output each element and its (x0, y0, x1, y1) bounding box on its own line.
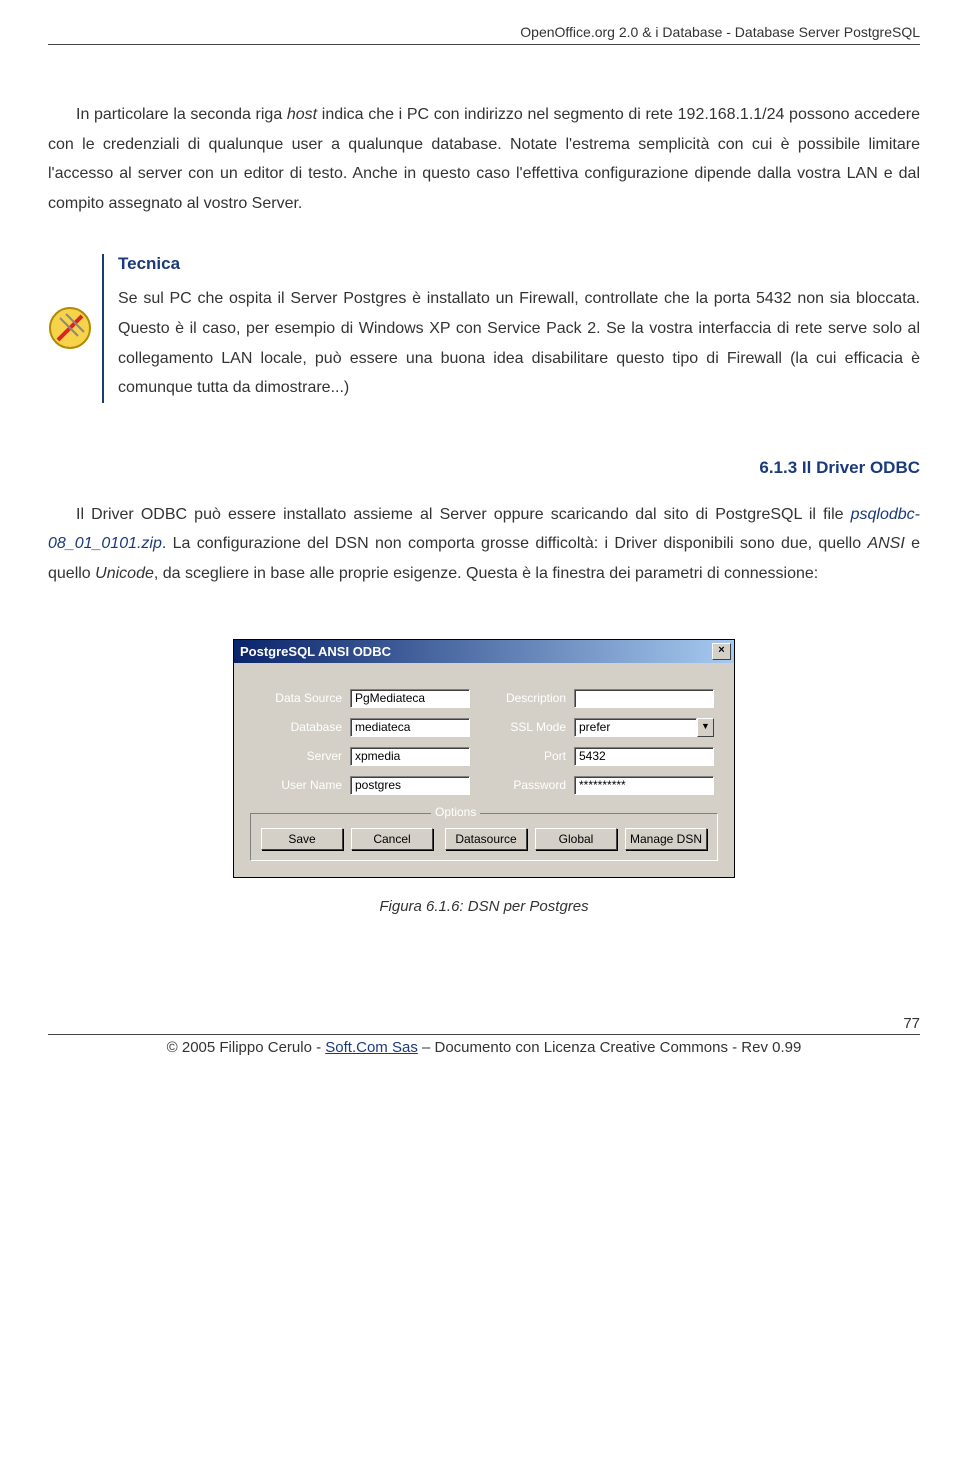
label-database: Database (250, 720, 342, 734)
footer-rule (48, 1034, 920, 1035)
description-field[interactable] (574, 689, 714, 708)
dialog-title: PostgreSQL ANSI ODBC (240, 644, 391, 659)
data-source-field[interactable] (350, 689, 470, 708)
driver-paragraph: Il Driver ODBC può essere installato ass… (48, 500, 920, 589)
host-term: host (287, 106, 317, 123)
label-ssl-mode: SSL Mode (478, 720, 566, 734)
label-description: Description (478, 691, 566, 705)
global-button[interactable]: Global (535, 828, 617, 850)
label-user-name: User Name (250, 778, 342, 792)
server-field[interactable] (350, 747, 470, 766)
save-button[interactable]: Save (261, 828, 343, 850)
text-run: © 2005 Filippo Cerulo - (167, 1039, 326, 1056)
options-legend: Options (431, 805, 480, 819)
tip-icon (48, 306, 92, 355)
close-icon[interactable]: × (712, 643, 731, 660)
tecnica-title: Tecnica (118, 254, 920, 274)
options-fieldset: Options Save Cancel Datasource Global Ma… (250, 813, 718, 861)
label-data-source: Data Source (250, 691, 342, 705)
cancel-button[interactable]: Cancel (351, 828, 433, 850)
intro-paragraph: In particolare la seconda riga host indi… (48, 100, 920, 218)
datasource-button[interactable]: Datasource (445, 828, 527, 850)
text-run: . La configurazione del DSN non comporta… (162, 535, 868, 552)
ssl-mode-field[interactable] (574, 718, 697, 737)
tecnica-text: Se sul PC che ospita il Server Postgres … (118, 284, 920, 402)
footer-line: © 2005 Filippo Cerulo - Soft.Com Sas – D… (48, 1039, 920, 1056)
label-password: Password (478, 778, 566, 792)
label-server: Server (250, 749, 342, 763)
text-run: Il Driver ODBC può essere installato ass… (76, 506, 851, 523)
dialog-titlebar[interactable]: PostgreSQL ANSI ODBC × (234, 640, 734, 663)
odbc-dialog: PostgreSQL ANSI ODBC × Data Source Descr… (233, 639, 735, 878)
ssl-mode-combo[interactable]: ▼ (574, 718, 714, 737)
unicode-term: Unicode (95, 565, 154, 582)
tecnica-callout: Tecnica Se sul PC che ospita il Server P… (48, 254, 920, 402)
manage-dsn-button[interactable]: Manage DSN (625, 828, 707, 850)
port-field[interactable] (574, 747, 714, 766)
text-run: , da scegliere in base alle proprie esig… (154, 565, 818, 582)
header-rule (48, 44, 920, 45)
database-field[interactable] (350, 718, 470, 737)
chevron-down-icon[interactable]: ▼ (697, 718, 714, 737)
footer-link[interactable]: Soft.Com Sas (325, 1039, 418, 1056)
text-run: In particolare la seconda riga (76, 106, 287, 123)
password-field[interactable] (574, 776, 714, 795)
ansi-term: ANSI (867, 535, 904, 552)
page-number: 77 (48, 1015, 920, 1034)
document-header: OpenOffice.org 2.0 & i Database - Databa… (48, 24, 920, 44)
text-run: – Documento con Licenza Creative Commons… (418, 1039, 802, 1056)
section-heading: 6.1.3 Il Driver ODBC (48, 458, 920, 478)
label-port: Port (478, 749, 566, 763)
user-name-field[interactable] (350, 776, 470, 795)
figure-caption: Figura 6.1.6: DSN per Postgres (48, 898, 920, 915)
